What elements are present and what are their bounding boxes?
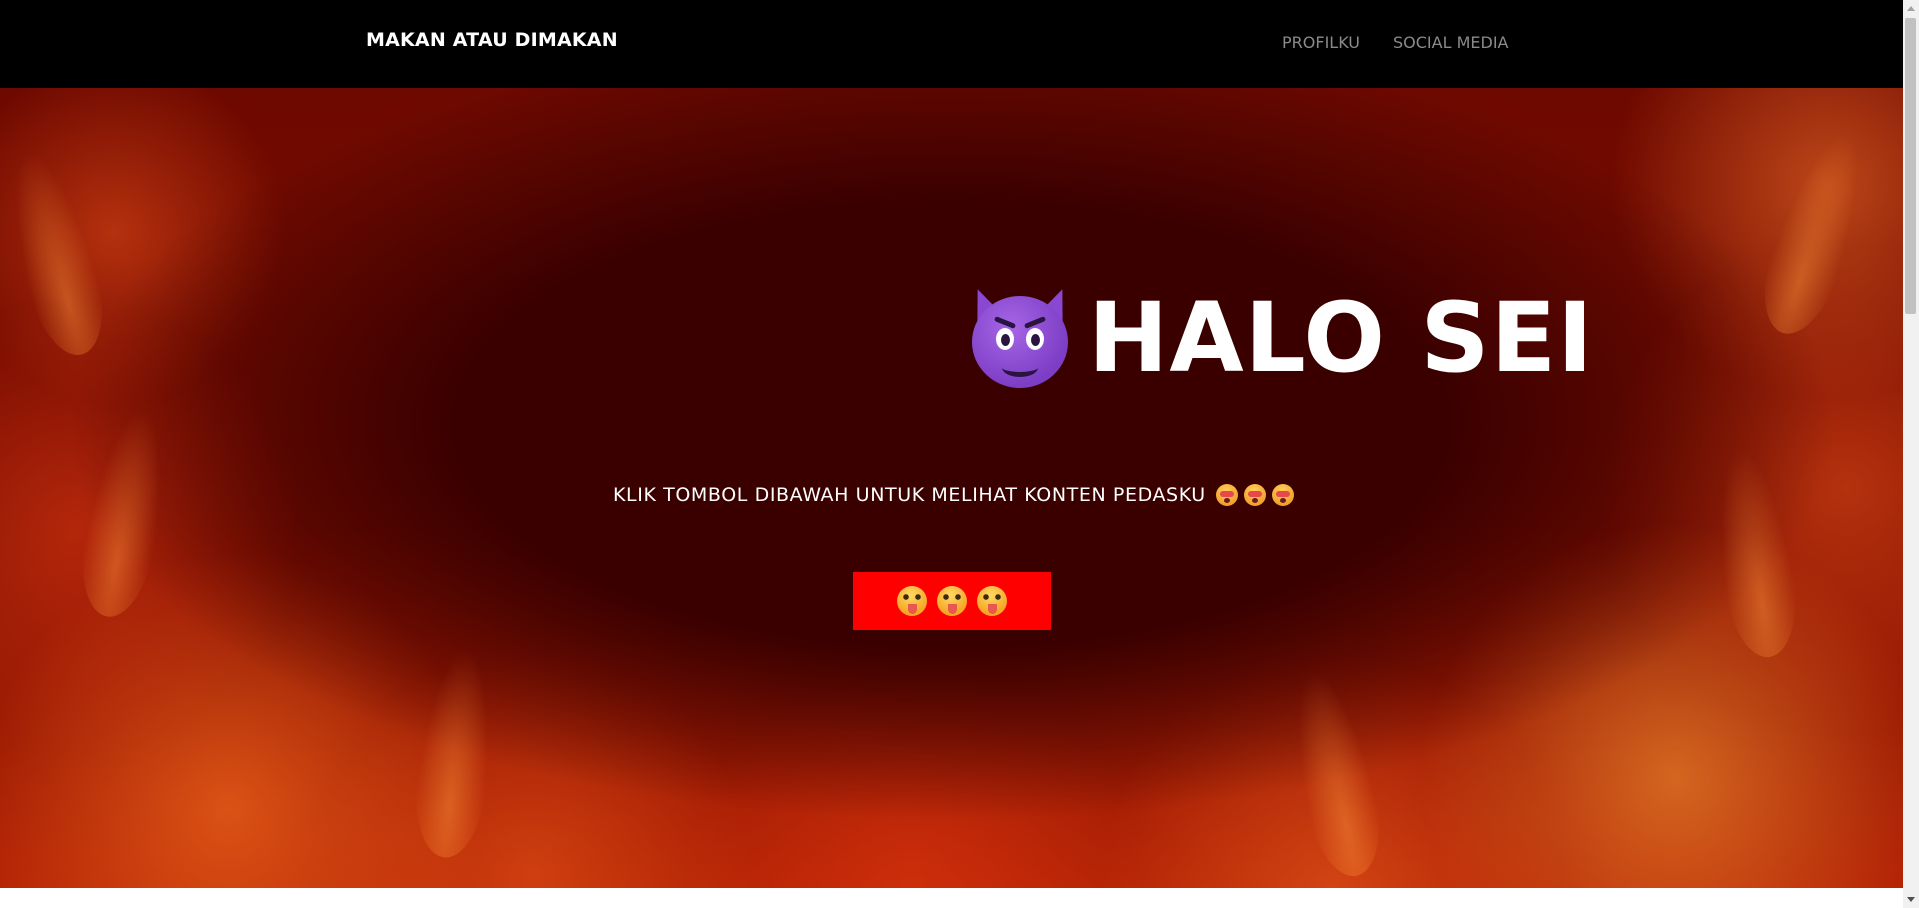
flame-decoration <box>1278 663 1392 883</box>
nav-link-profilku[interactable]: PROFILKU <box>1282 33 1360 52</box>
hero-subtitle: KLIK TOMBOL DIBAWAH UNTUK MELIHAT KONTEN… <box>613 480 1300 510</box>
nav-link-social-media[interactable]: SOCIAL MEDIA <box>1393 33 1508 52</box>
hero-section: HALO SEI KLIK TOMBOL DIBAWAH UNTUK MELIH… <box>0 88 1903 888</box>
drooling-face-icon <box>897 586 927 616</box>
scroll-up-arrow-icon[interactable] <box>1907 6 1915 11</box>
flame-decoration <box>72 403 178 623</box>
hero-heading: HALO SEI <box>964 278 1594 398</box>
smiling-face-with-horns-icon <box>964 283 1076 388</box>
scrollbar-thumb[interactable] <box>1905 18 1916 314</box>
flushed-face-icon <box>1271 484 1294 506</box>
scroll-down-arrow-icon[interactable] <box>1907 897 1915 902</box>
flame-decoration <box>1705 444 1805 662</box>
brand-logo-link[interactable]: MAKAN ATAU DIMAKAN <box>366 29 618 51</box>
flushed-face-icon <box>1215 484 1238 506</box>
drooling-face-icon <box>977 586 1007 616</box>
flame-decoration <box>0 142 116 364</box>
spicy-content-button[interactable] <box>853 572 1051 630</box>
vertical-scrollbar[interactable] <box>1903 0 1919 908</box>
drooling-face-icon <box>937 586 967 616</box>
flame-decoration <box>1749 122 1881 344</box>
hero-title-text: HALO SEI <box>1088 282 1594 394</box>
flushed-face-icon <box>1243 484 1266 506</box>
flame-decoration <box>409 644 501 862</box>
hero-subtitle-text: KLIK TOMBOL DIBAWAH UNTUK MELIHAT KONTEN… <box>613 484 1206 506</box>
top-navbar: MAKAN ATAU DIMAKAN PROFILKU SOCIAL MEDIA <box>0 0 1903 88</box>
